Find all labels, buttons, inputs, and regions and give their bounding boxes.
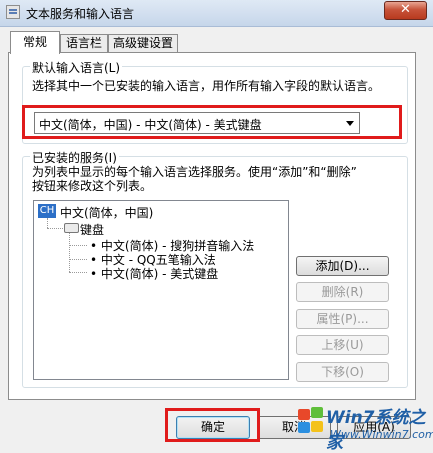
tree-item-label: 中文(简体) - 美式键盘 [100, 267, 219, 281]
installed-services-tree[interactable]: CH 中文(简体，中国) 键盘 • 中文(简体) - 搜狗拼音输入法 • 中文 … [33, 200, 289, 380]
tab-advanced-key-settings[interactable]: 高级键设置 [108, 34, 178, 52]
tab-general[interactable]: 常规 [10, 31, 60, 54]
window-title: 文本服务和输入语言 [26, 7, 135, 21]
move-up-button[interactable]: 上移(U) [296, 335, 389, 355]
tree-node-keyboard[interactable]: 键盘 [80, 221, 104, 238]
tab-advanced-key-settings-label: 高级键设置 [112, 36, 173, 50]
tree-item-us-keyboard[interactable]: • 中文(简体) - 美式键盘 [90, 265, 218, 282]
tree-line [69, 233, 70, 272]
watermark-url: Www.Winwin7.com [330, 428, 433, 441]
tree-line [69, 245, 87, 246]
tab-language-bar-label: 语言栏 [65, 36, 102, 50]
keyboard-icon [64, 223, 79, 233]
app-icon [6, 5, 20, 19]
default-language-group-title: 默认输入语言(L) [30, 59, 123, 76]
highlight-box-ok [165, 408, 260, 442]
title-bar: 文本服务和输入语言 ✕ [0, 0, 433, 27]
windows-logo-icon [296, 407, 326, 435]
tree-line [69, 272, 87, 273]
tree-node-language[interactable]: 中文(简体，中国) [60, 204, 153, 221]
installed-services-group-title: 已安装的服务(I) [30, 149, 119, 166]
close-button[interactable]: ✕ [384, 1, 427, 20]
close-icon: ✕ [400, 2, 411, 17]
properties-button[interactable]: 属性(P)... [296, 309, 389, 329]
installed-services-description-line1: 为列表中显示的每个输入语言选择服务。使用“添加”和“删除” [32, 165, 357, 179]
add-button[interactable]: 添加(D)... [296, 256, 389, 276]
tree-line [47, 228, 63, 229]
tab-general-label: 常规 [22, 35, 47, 49]
tree-line [47, 218, 48, 228]
default-language-description: 选择其中一个已安装的输入语言，用作所有输入字段的默认语言。 [32, 79, 381, 93]
installed-services-description-line2: 按钮来修改这个列表。 [32, 179, 153, 193]
tab-language-bar[interactable]: 语言栏 [60, 34, 108, 52]
language-ch-icon: CH [38, 204, 56, 218]
highlight-box-default-language [22, 105, 402, 139]
watermark: Win7系统之家 Www.Winwin7.com [296, 403, 433, 453]
remove-button[interactable]: 删除(R) [296, 282, 389, 302]
tree-line [69, 259, 87, 260]
move-down-button[interactable]: 下移(O) [296, 362, 389, 382]
